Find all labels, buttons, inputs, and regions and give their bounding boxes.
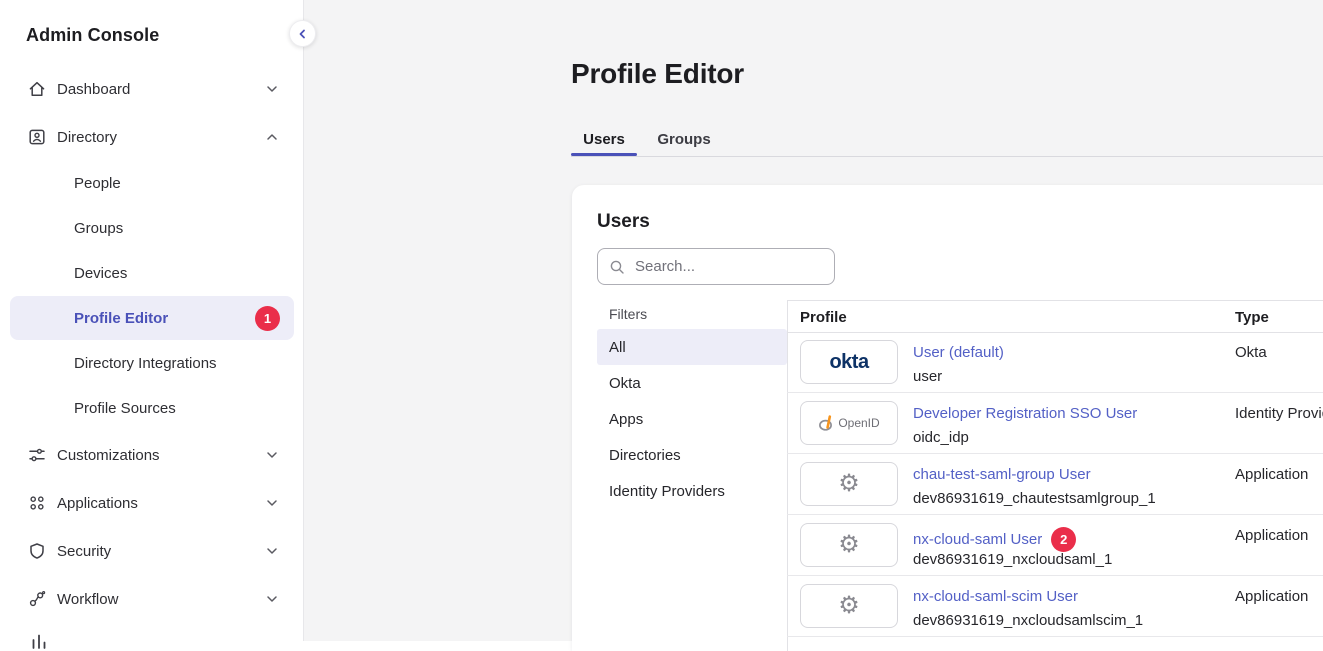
- active-tab-underline: [571, 153, 637, 156]
- reports-icon: [29, 631, 49, 651]
- shield-icon: [27, 541, 47, 561]
- app-logo-placeholder: ⚙: [800, 462, 898, 506]
- gear-icon: ⚙: [838, 472, 860, 496]
- table-top-border: [787, 300, 1323, 301]
- notification-badge: 2: [1051, 527, 1076, 552]
- profile-subtitle: dev86931619_nxcloudsamlscim_1: [913, 612, 1143, 629]
- filter-apps[interactable]: Apps: [597, 401, 787, 437]
- chevron-left-icon: [296, 27, 310, 41]
- page-title: Profile Editor: [571, 58, 744, 90]
- chevron-down-icon: [266, 497, 278, 509]
- sidebar-item-label: Applications: [57, 495, 266, 512]
- sidebar-item-directory-integrations[interactable]: Directory Integrations: [10, 341, 294, 385]
- okta-logo: okta: [800, 340, 898, 384]
- profile-subtitle: dev86931619_chautestsamlgroup_1: [913, 490, 1156, 507]
- profile-link[interactable]: User (default): [913, 344, 1004, 361]
- apps-grid-icon: [27, 493, 47, 513]
- chevron-down-icon: [266, 593, 278, 605]
- profile-link[interactable]: chau-test-saml-group User: [913, 466, 1091, 483]
- sidebar-item-label: Security: [57, 543, 266, 560]
- sliders-icon: [27, 445, 47, 465]
- gear-icon: ⚙: [838, 533, 860, 557]
- sidebar-item-label: Customizations: [57, 447, 266, 464]
- gear-icon: ⚙: [838, 594, 860, 618]
- sidebar-item-groups[interactable]: Groups: [10, 206, 294, 250]
- tab-bar-divider: [571, 156, 1323, 157]
- table-row: ⚙ nx-cloud-saml User 2 dev86931619_nxclo…: [787, 515, 1323, 576]
- home-icon: [27, 79, 47, 99]
- profile-link[interactable]: nx-cloud-saml-scim User: [913, 588, 1078, 605]
- table-row: okta User (default) user Okta: [787, 332, 1323, 393]
- filter-okta[interactable]: Okta: [597, 365, 787, 401]
- panel-title: Users: [597, 211, 650, 233]
- profile-subtitle: dev86931619_nxcloudsaml_1: [913, 551, 1112, 568]
- sidebar-item-label: Workflow: [57, 591, 266, 608]
- profile-link[interactable]: Developer Registration SSO User: [913, 405, 1137, 422]
- profile-type: Identity Provider: [1235, 405, 1323, 422]
- sidebar-item-label: Directory: [57, 129, 266, 146]
- sidebar-item-devices[interactable]: Devices: [10, 251, 294, 295]
- chevron-down-icon: [266, 449, 278, 461]
- profile-type: Application: [1235, 466, 1308, 483]
- sidebar-item-dashboard[interactable]: Dashboard: [10, 67, 294, 111]
- profile-type: Application: [1235, 588, 1308, 605]
- sidebar-collapse-button[interactable]: [289, 20, 316, 47]
- table-row: ⚙ nx-cloud-saml-scim User dev86931619_nx…: [787, 576, 1323, 637]
- sidebar-item-security[interactable]: Security: [10, 529, 294, 573]
- sidebar-item-profile-sources[interactable]: Profile Sources: [10, 386, 294, 430]
- openid-icon: [818, 414, 835, 433]
- sidebar-item-people[interactable]: People: [10, 161, 294, 205]
- search-icon: [609, 259, 625, 275]
- chevron-down-icon: [266, 83, 278, 95]
- app-logo-placeholder: ⚙: [800, 584, 898, 628]
- chevron-up-icon: [266, 131, 278, 143]
- tab-users[interactable]: Users: [571, 122, 637, 156]
- column-header-profile: Profile: [800, 309, 847, 326]
- column-header-type: Type: [1235, 309, 1269, 326]
- id-card-icon: [27, 127, 47, 147]
- workflow-icon: [27, 589, 47, 609]
- filter-directories[interactable]: Directories: [597, 437, 787, 473]
- openid-logo: OpenID: [800, 401, 898, 445]
- users-panel: Users Filters All Okta Apps Directories …: [572, 185, 1323, 651]
- profile-link[interactable]: nx-cloud-saml User: [913, 531, 1042, 548]
- search-box: [597, 248, 835, 285]
- filter-all[interactable]: All: [597, 329, 787, 365]
- sidebar-item-workflow[interactable]: Workflow: [10, 577, 294, 621]
- profile-type: Okta: [1235, 344, 1267, 361]
- sidebar-item-applications[interactable]: Applications: [10, 481, 294, 525]
- profile-subtitle: oidc_idp: [913, 429, 969, 446]
- notification-badge: 1: [255, 306, 280, 331]
- profile-type: Application: [1235, 527, 1308, 544]
- filters-label: Filters: [609, 306, 647, 322]
- sidebar-item-directory[interactable]: Directory: [10, 115, 294, 159]
- app-logo-placeholder: ⚙: [800, 523, 898, 567]
- profile-subtitle: user: [913, 368, 942, 385]
- table-row: OpenID Developer Registration SSO User o…: [787, 393, 1323, 454]
- table-row: ⚙ chau-test-saml-group User dev86931619_…: [787, 454, 1323, 515]
- sidebar-item-customizations[interactable]: Customizations: [10, 433, 294, 477]
- filter-identity-providers[interactable]: Identity Providers: [597, 473, 787, 509]
- tab-groups[interactable]: Groups: [645, 122, 723, 156]
- chevron-down-icon: [266, 545, 278, 557]
- sidebar: Admin Console Dashboard Directory People…: [0, 0, 304, 641]
- sidebar-item-profile-editor[interactable]: Profile Editor 1: [10, 296, 294, 340]
- search-input[interactable]: [633, 257, 817, 276]
- app-title: Admin Console: [26, 25, 159, 46]
- sidebar-item-label: Dashboard: [57, 81, 266, 98]
